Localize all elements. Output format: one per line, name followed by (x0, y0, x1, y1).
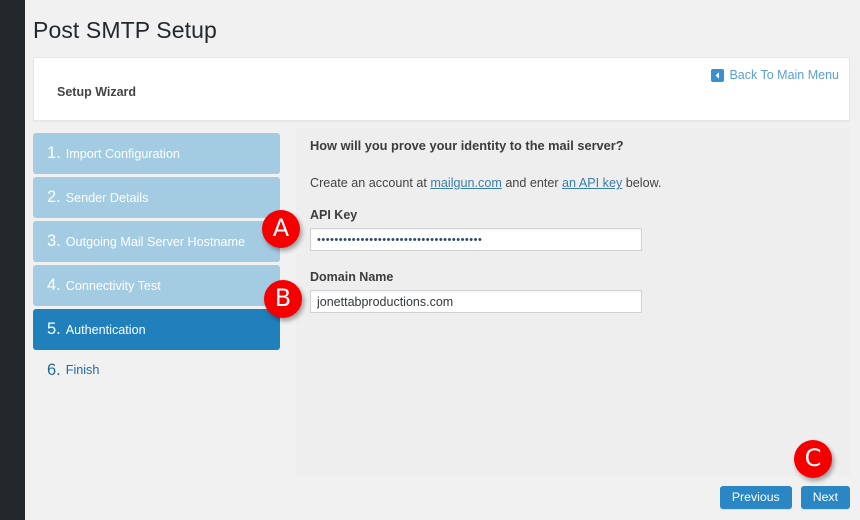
description-text-after: below. (622, 176, 662, 190)
step-number: 1. (47, 144, 61, 162)
sidebar-step-authentication[interactable]: 5. Authentication (33, 309, 280, 350)
domain-name-input[interactable] (310, 290, 642, 313)
next-button[interactable]: Next (800, 486, 850, 509)
sidebar-step-import-configuration[interactable]: 1. Import Configuration (33, 133, 280, 174)
api-key-help-link[interactable]: an API key (562, 176, 622, 190)
step-label: Authentication (65, 322, 146, 337)
content-description: Create an account at mailgun.com and ent… (310, 176, 661, 190)
sidebar-step-outgoing-mail-server-hostname[interactable]: 3. Outgoing Mail Server Hostname (33, 221, 280, 262)
step-number: 4. (47, 276, 61, 294)
annotation-badge-b: B (264, 280, 302, 318)
sidebar-step-finish[interactable]: 6. Finish (33, 353, 280, 387)
step-label: Sender Details (65, 190, 149, 205)
step-label: Connectivity Test (65, 278, 161, 293)
wizard-nav-buttons: Previous Next (719, 486, 850, 509)
page-body: Post SMTP Setup Setup Wizard Back To Mai… (25, 0, 860, 520)
wizard-header-card: Setup Wizard Back To Main Menu (33, 57, 850, 121)
sidebar-step-connectivity-test[interactable]: 4. Connectivity Test (33, 265, 280, 306)
wizard-content-panel: How will you prove your identity to the … (296, 128, 850, 476)
content-heading: How will you prove your identity to the … (310, 138, 624, 153)
description-text-before: Create an account at (310, 176, 431, 190)
wizard-steps-sidebar: 1. Import Configuration 2. Sender Detail… (33, 133, 280, 390)
wizard-card-title: Setup Wizard (57, 85, 137, 99)
step-label: Import Configuration (65, 146, 180, 161)
step-number: 5. (47, 320, 61, 338)
arrow-left-box-icon (711, 69, 725, 82)
step-number: 3. (47, 232, 61, 250)
previous-button[interactable]: Previous (719, 486, 792, 509)
description-text-middle: and enter (501, 176, 563, 190)
back-to-main-menu-label: Back To Main Menu (729, 68, 839, 83)
sidebar-step-sender-details[interactable]: 2. Sender Details (33, 177, 280, 218)
back-to-main-menu-link[interactable]: Back To Main Menu (711, 69, 839, 82)
step-number: 6. (47, 360, 61, 379)
step-label: Finish (65, 363, 100, 377)
api-key-label: API Key (310, 208, 358, 222)
step-number: 2. (47, 188, 61, 206)
wp-admin-sidebar-rail (0, 0, 25, 520)
annotation-badge-a: A (262, 210, 300, 248)
page-title: Post SMTP Setup (33, 17, 217, 43)
api-key-input[interactable] (310, 228, 642, 251)
mailgun-link[interactable]: mailgun.com (430, 176, 501, 190)
annotation-badge-c: C (794, 440, 832, 478)
step-label: Outgoing Mail Server Hostname (65, 234, 245, 249)
domain-name-label: Domain Name (310, 270, 394, 284)
